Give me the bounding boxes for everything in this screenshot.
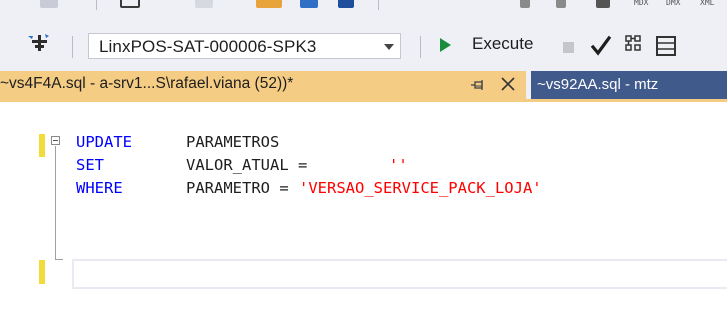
sql-identifier: PARAMETRO = — [186, 179, 298, 197]
display-plan-icon[interactable] — [625, 34, 647, 58]
connect-icon[interactable] — [26, 32, 50, 56]
stop-icon[interactable] — [563, 42, 574, 53]
tab-vs4f4a-sql[interactable]: ~vs4F4A.sql - a-srv1...S\rafael.viana (5… — [0, 71, 526, 99]
toolbar-button-partial[interactable] — [120, 0, 140, 8]
sql-keyword: SET — [76, 156, 104, 174]
sql-keyword: WHERE — [76, 179, 123, 197]
current-line-highlight — [72, 259, 727, 289]
database-selector-value: LinxPOS-SAT-000006-SPK3 — [99, 37, 317, 56]
database-selector[interactable]: LinxPOS-SAT-000006-SPK3 — [88, 33, 401, 59]
toolbar-button-partial[interactable] — [40, 0, 58, 8]
sql-editor[interactable]: UPDATE PARAMETROS SET VALOR_ATUAL = '' WHE… — [0, 102, 727, 335]
toolbar-separator — [96, 0, 97, 10]
chevron-down-icon[interactable] — [384, 44, 394, 50]
code-line-1: UPDATE PARAMETROS — [76, 131, 279, 154]
tab-vs92aa-sql[interactable]: ~vs92AA.sql - mtz — [531, 71, 727, 99]
outline-line — [55, 146, 56, 260]
toolbar-separator — [420, 36, 421, 58]
dmx-query-icon[interactable]: DMX — [666, 0, 680, 7]
tab-title: ~vs4F4A.sql - a-srv1...S\rafael.viana (5… — [0, 75, 294, 92]
sql-editor-toolbar: LinxPOS-SAT-000006-SPK3 Execute — [0, 20, 727, 71]
redo-icon[interactable] — [556, 0, 566, 8]
document-tab-strip: ~vs4F4A.sql - a-srv1...S\rafael.viana (5… — [0, 71, 727, 99]
mdx-query-icon[interactable]: MDX — [634, 0, 648, 7]
results-grid-icon[interactable] — [655, 34, 677, 58]
code-line-2: SET VALOR_ATUAL = '' — [76, 154, 408, 177]
save-icon[interactable] — [300, 0, 318, 8]
outline-line-end — [55, 259, 63, 260]
pin-icon[interactable] — [470, 77, 486, 93]
tab-title: ~vs92AA.sql - mtz — [537, 76, 659, 93]
sql-identifier: VALOR_ATUAL = — [186, 156, 317, 174]
execute-label: Execute — [472, 34, 534, 53]
save-all-icon[interactable] — [338, 0, 354, 8]
changed-line-marker — [39, 260, 45, 284]
undo-icon[interactable] — [520, 0, 530, 8]
top-toolbar-row: MDX DMX XML — [0, 0, 727, 20]
open-file-icon[interactable] — [256, 0, 282, 8]
toolbar-separator — [378, 0, 379, 10]
sql-string: 'VERSAO_SERVICE_PACK_LOJA' — [299, 179, 542, 197]
sql-identifier: PARAMETROS — [186, 133, 280, 151]
changed-line-marker — [39, 134, 45, 157]
execute-play-icon — [440, 38, 451, 52]
toolbar-button-partial[interactable] — [195, 0, 213, 8]
toolbar-separator — [72, 36, 73, 58]
xmla-query-icon[interactable]: XML — [700, 0, 714, 7]
code-line-3: WHERE PARAMETRO = 'VERSAO_SERVICE_PACK_LO… — [76, 177, 542, 200]
sql-keyword: UPDATE — [76, 133, 132, 151]
toolbar-button-partial[interactable] — [596, 0, 610, 8]
sql-string: '' — [389, 156, 408, 174]
check-icon[interactable] — [590, 35, 612, 57]
close-icon[interactable] — [500, 76, 516, 92]
collapse-icon[interactable] — [51, 136, 60, 145]
